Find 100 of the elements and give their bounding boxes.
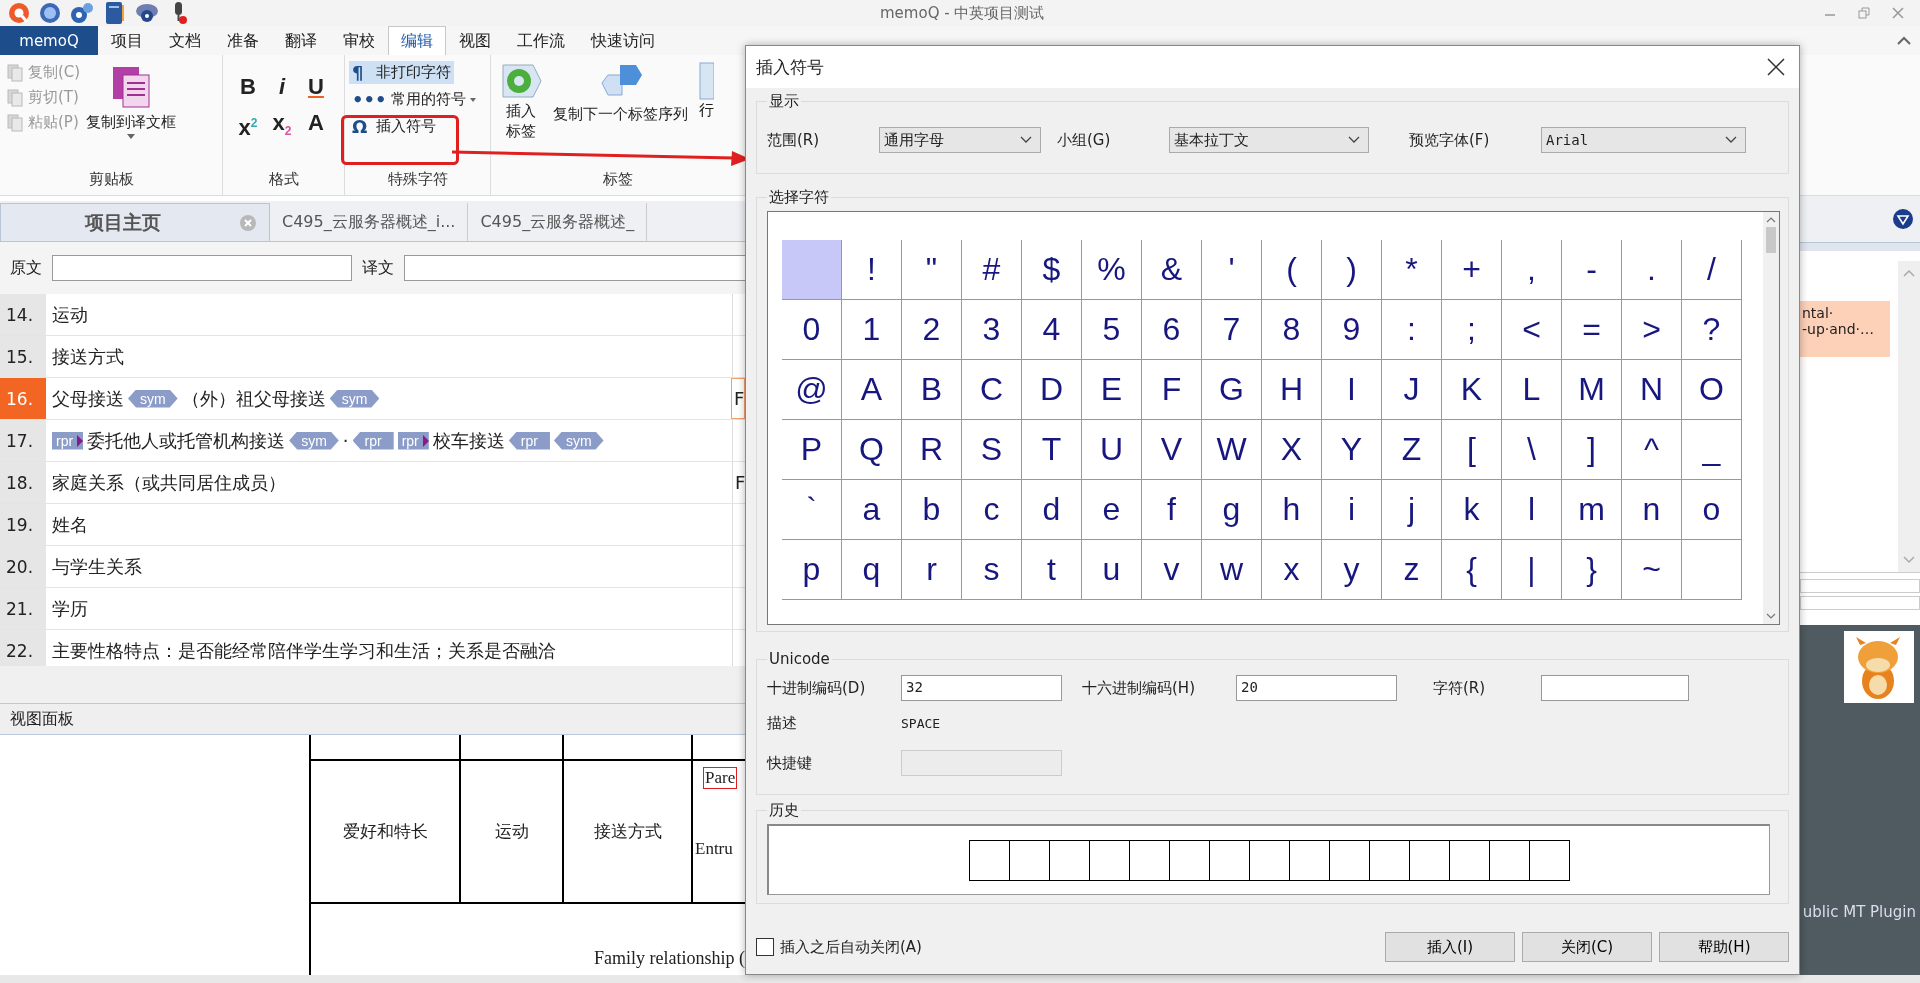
character-cell[interactable]: 5 [1082, 300, 1142, 360]
character-cell[interactable]: U [1082, 420, 1142, 480]
segment-number[interactable]: 20. [0, 546, 46, 587]
character-cell[interactable]: ! [842, 240, 902, 300]
character-cell[interactable]: * [1382, 240, 1442, 300]
character-cell[interactable]: ; [1442, 300, 1502, 360]
character-cell[interactable]: - [1562, 240, 1622, 300]
character-cell[interactable]: c [962, 480, 1022, 540]
character-cell[interactable]: P [782, 420, 842, 480]
character-cell[interactable]: ? [1682, 300, 1742, 360]
character-cell[interactable]: a [842, 480, 902, 540]
character-cell[interactable]: @ [782, 360, 842, 420]
checkbox-label[interactable]: 插入之后自动关闭(A) [780, 937, 922, 957]
character-cell[interactable]: 2 [902, 300, 962, 360]
character-cell[interactable]: \ [1502, 420, 1562, 480]
copy-tag-sequence-button[interactable]: 复制下一个标签序列 [553, 61, 688, 168]
document-tab[interactable]: C495_云服务器概述_i... [270, 203, 469, 241]
character-cell[interactable]: z [1382, 540, 1442, 600]
character-cell[interactable]: Q [842, 420, 902, 480]
copy-to-target-button[interactable]: 复制到译文框 [86, 55, 177, 168]
entry-text[interactable]: ntal· -up·and·… [1800, 301, 1890, 357]
character-cell[interactable]: t [1022, 540, 1082, 600]
character-cell[interactable]: f [1142, 480, 1202, 540]
character-cell[interactable]: > [1622, 300, 1682, 360]
dialog-button[interactable]: 插入(I) [1385, 932, 1515, 962]
character-cell[interactable]: H [1262, 360, 1322, 420]
character-cell[interactable]: M [1562, 360, 1622, 420]
character-cell[interactable]: B [902, 360, 962, 420]
character-cell[interactable]: C [962, 360, 1022, 420]
scrollbar[interactable] [1898, 261, 1920, 572]
character-cell[interactable]: _ [1682, 420, 1742, 480]
scroll-up-icon[interactable] [1766, 216, 1776, 223]
character-cell[interactable]: + [1442, 240, 1502, 300]
character-cell[interactable]: 1 [842, 300, 902, 360]
character-cell[interactable]: s [962, 540, 1022, 600]
character-cell[interactable]: i [1322, 480, 1382, 540]
character-cell[interactable]: w [1202, 540, 1262, 600]
character-cell[interactable]: g [1202, 480, 1262, 540]
format-button[interactable]: A [301, 109, 331, 146]
character-cell[interactable]: D [1022, 360, 1082, 420]
character-cell[interactable]: , [1502, 240, 1562, 300]
segment-number[interactable]: 15. [0, 336, 46, 377]
character-cell[interactable] [1682, 540, 1742, 600]
character-cell[interactable]: 7 [1202, 300, 1262, 360]
caret-up-icon[interactable] [1896, 35, 1912, 46]
character-cell[interactable]: " [902, 240, 962, 300]
character-cell[interactable]: E [1082, 360, 1142, 420]
character-cell[interactable]: % [1082, 240, 1142, 300]
history-slots[interactable] [968, 839, 1570, 881]
document-tab[interactable]: C495_云服务器概述_ [468, 203, 648, 241]
ribbon-tab[interactable]: 准备 [214, 26, 272, 55]
segment-number[interactable]: 22. [0, 630, 46, 666]
character-cell[interactable]: y [1322, 540, 1382, 600]
character-field[interactable] [1541, 675, 1689, 701]
character-cell[interactable]: Y [1322, 420, 1382, 480]
character-cell[interactable]: p [782, 540, 842, 600]
help-icon[interactable] [39, 2, 61, 24]
segment-number[interactable]: 18. [0, 462, 46, 503]
character-cell[interactable]: j [1382, 480, 1442, 540]
character-cell[interactable]: / [1682, 240, 1742, 300]
app-menu-tab[interactable]: memoQ [0, 26, 98, 55]
format-button[interactable]: i [267, 73, 297, 101]
format-button[interactable]: x$_{2}$ [267, 109, 297, 146]
character-cell[interactable]: N [1622, 360, 1682, 420]
character-cell[interactable]: ( [1262, 240, 1322, 300]
font-dropdown[interactable]: Arial [1541, 127, 1746, 153]
character-cell[interactable]: $ [1022, 240, 1082, 300]
character-cell[interactable]: u [1082, 540, 1142, 600]
character-cell[interactable]: F [1142, 360, 1202, 420]
character-cell[interactable] [782, 240, 842, 300]
character-cell[interactable]: d [1022, 480, 1082, 540]
character-cell[interactable]: l [1502, 480, 1562, 540]
character-cell[interactable]: v [1142, 540, 1202, 600]
character-cell[interactable]: | [1502, 540, 1562, 600]
segment-number[interactable]: 21. [0, 588, 46, 629]
character-cell[interactable]: # [962, 240, 1022, 300]
character-cell[interactable]: . [1622, 240, 1682, 300]
target-filter-field[interactable] [404, 255, 745, 281]
character-cell[interactable]: 9 [1322, 300, 1382, 360]
ribbon-button[interactable]: ¶ 非打印字符 [349, 61, 454, 84]
character-cell[interactable]: k [1442, 480, 1502, 540]
scroll-up-icon[interactable] [1903, 269, 1915, 277]
character-cell[interactable]: r [902, 540, 962, 600]
character-cell[interactable]: Z [1382, 420, 1442, 480]
character-cell[interactable]: T [1022, 420, 1082, 480]
character-cell[interactable]: G [1202, 360, 1262, 420]
dialog-button[interactable]: 帮助(H) [1659, 932, 1789, 962]
character-cell[interactable]: 8 [1262, 300, 1322, 360]
character-cell[interactable]: o [1682, 480, 1742, 540]
restore-icon[interactable] [1858, 7, 1870, 19]
insert-tag-button[interactable]: 插入 标签 [499, 61, 543, 168]
character-cell[interactable]: ^ [1622, 420, 1682, 480]
scroll-down-icon[interactable] [1766, 613, 1776, 620]
character-cell[interactable]: V [1142, 420, 1202, 480]
dropdown-circle-icon[interactable] [1892, 208, 1914, 230]
character-cell[interactable]: A [842, 360, 902, 420]
character-cell[interactable]: K [1442, 360, 1502, 420]
ribbon-tab[interactable]: 项目 [98, 26, 156, 55]
character-cell[interactable]: 3 [962, 300, 1022, 360]
decimal-code-field[interactable]: 32 [901, 675, 1062, 701]
